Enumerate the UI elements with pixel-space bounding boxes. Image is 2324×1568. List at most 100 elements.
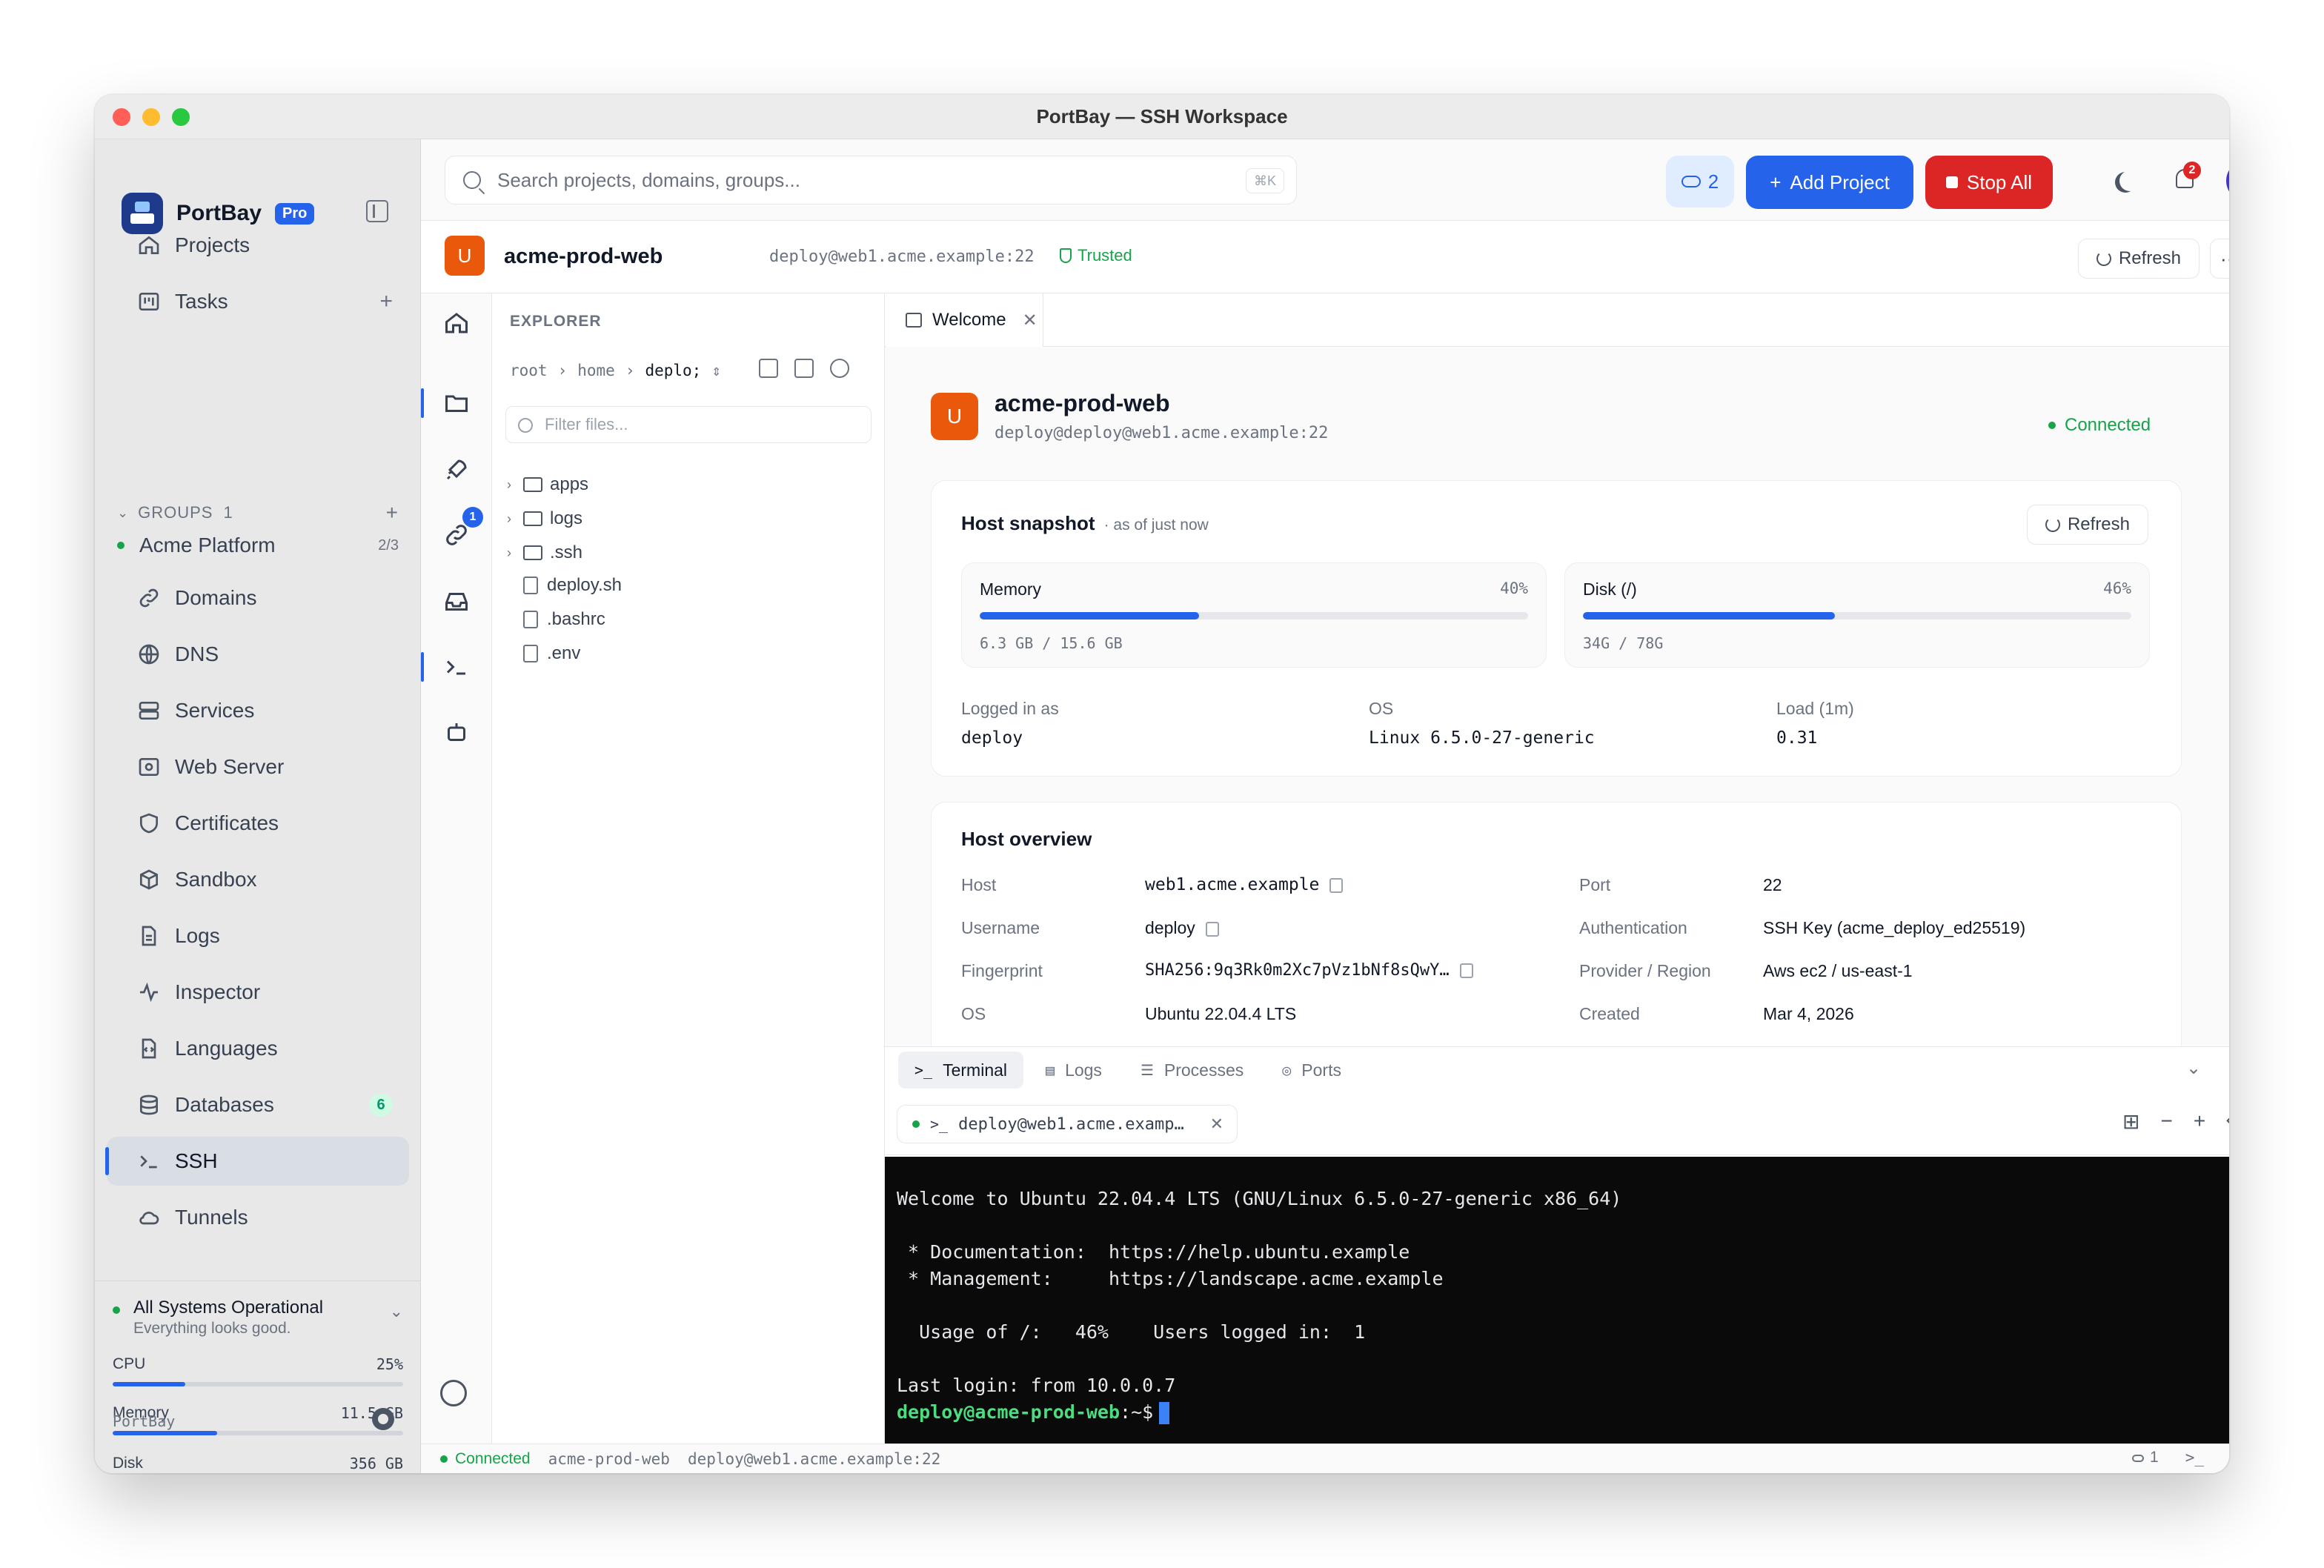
gauge-fill [980,612,1199,619]
tree-folder-logs[interactable]: › logs [507,504,582,534]
system-status-panel: All Systems Operational Everything looks… [95,1280,421,1473]
sidebar-item-tasks[interactable]: Tasks + [107,277,409,326]
split-layout-icon[interactable]: ⊞ [2122,1109,2139,1134]
footer-brand: PortBay [113,1412,176,1430]
fact-value: deploy [961,728,1023,748]
close-session-icon[interactable]: ✕ [1210,1114,1224,1134]
avatar[interactable]: AD [2226,160,2229,202]
settings-gear-icon[interactable] [440,1380,467,1406]
meter-value: 25% [376,1355,403,1373]
tab-terminal[interactable]: >_ Terminal [898,1052,1024,1089]
tree-file-env[interactable]: .env [507,639,580,668]
groups-header[interactable]: ⌄ GROUPS 1 + [117,501,399,525]
close-tab-icon[interactable]: ✕ [1023,310,1038,331]
sidebar-item-web-server[interactable]: Web Server [107,743,409,791]
new-file-icon[interactable] [759,359,778,378]
shield-icon [1060,248,1072,263]
sidebar-item-sandbox[interactable]: Sandbox [107,855,409,904]
search-input[interactable]: Search projects, domains, groups... ⌘K [445,156,1297,205]
close-window-button[interactable] [113,108,130,126]
fact-value: Linux 6.5.0-27-generic [1369,728,1595,748]
terminal-output[interactable]: Welcome to Ubuntu 22.04.4 LTS (GNU/Linux… [885,1157,2229,1444]
tree-file-bashrc[interactable]: .bashrc [507,605,605,634]
gauge-track [1583,612,2131,619]
status-dot [113,1306,120,1314]
rail-robot-icon[interactable] [442,717,471,747]
breadcrumb-separator: › [557,362,568,379]
tree-folder-ssh[interactable]: › .ssh [507,538,582,568]
copy-icon[interactable] [1205,921,1219,937]
zoom-window-button[interactable] [172,108,190,126]
rail-home-icon[interactable] [442,308,471,338]
copy-icon[interactable] [1459,963,1473,978]
filter-files-input[interactable]: Filter files... [505,406,872,443]
refresh-icon [2045,517,2060,532]
overview-value-host: web1.acme.example [1145,875,1344,894]
new-folder-icon[interactable] [794,359,814,378]
path-select-icon[interactable]: ⇕ [711,362,721,379]
overview-label: Host [961,875,997,894]
statusbar-links[interactable]: 1 [2132,1449,2159,1466]
rail-link-badge: 1 [462,507,483,528]
collapse-panel-icon[interactable]: ⌄ [2186,1057,2201,1079]
add-group-button[interactable]: + [386,501,399,525]
sidebar-item-projects[interactable]: Projects [107,221,409,270]
moon-icon[interactable] [2119,170,2140,191]
tab-processes[interactable]: ☰ Processes [1124,1052,1260,1089]
refresh-host-button[interactable]: Refresh [2078,239,2200,279]
sidebar-item-tunnels[interactable]: Tunnels [107,1193,409,1242]
more-options-button[interactable]: ··· [2210,239,2229,279]
breadcrumb-current[interactable]: deplo; [645,362,701,379]
zoom-out-icon[interactable]: − [2160,1109,2172,1134]
refresh-snapshot-button[interactable]: Refresh [2027,505,2148,545]
rail-rocket-icon[interactable] [442,455,471,485]
bottom-panel: >_ Terminal ▤ Logs ☰ Processes ◎ Ports ⌄ >_ … [885,1046,2229,1444]
tab-welcome[interactable]: Welcome ✕ [886,293,1043,347]
sidebar-item-logs[interactable]: Logs [107,911,409,960]
terminal-session-tab[interactable]: >_ deploy@web1.acme.examp… ✕ [897,1105,1238,1143]
sidebar-item-databases[interactable]: Databases 6 [107,1080,409,1129]
overview-label: Fingerprint [961,961,1043,980]
rail-inbox-icon[interactable] [442,587,471,617]
minimize-window-button[interactable] [142,108,160,126]
welcome-host-address: deploy@deploy@web1.acme.example:22 [995,424,1329,442]
breadcrumb-home[interactable]: home [577,362,615,379]
terminal-prompt: deploy@acme-prod-web [897,1401,1120,1423]
sidebar-item-label: Tasks [175,290,228,313]
stop-all-label: Stop All [1966,170,2033,193]
sidebar-item-dns[interactable]: DNS [107,630,409,679]
sidebar-item-domains[interactable]: Domains [107,574,409,622]
add-project-button[interactable]: + Add Project [1746,156,1913,209]
system-status-toggle[interactable]: All Systems Operational Everything looks… [113,1298,403,1338]
clear-terminal-icon[interactable]: ⌫ [2226,1109,2229,1134]
search-shortcut: ⌘K [1245,168,1284,193]
breadcrumb-root[interactable]: root [510,362,548,379]
sidebar-item-inspector[interactable]: Inspector [107,968,409,1017]
rail-terminal-icon[interactable] [442,652,471,682]
group-item-acme-platform[interactable]: Acme Platform 2/3 [117,534,399,557]
rail-folder-icon[interactable] [442,388,471,418]
refresh-icon[interactable] [830,359,849,378]
tree-folder-apps[interactable]: › apps [507,470,588,499]
add-task-button[interactable]: + [379,289,393,314]
meter-fill [113,1382,185,1386]
github-icon[interactable] [372,1408,394,1430]
sidebar-item-services[interactable]: Services [107,686,409,735]
sidebar-item-languages[interactable]: Languages [107,1024,409,1073]
tab-ports[interactable]: ◎ Ports [1266,1052,1358,1089]
sidebar: PortBay Pro Projects Tasks + ⌄ GROUPS 1 … [95,139,421,1473]
zoom-in-icon[interactable]: + [2194,1109,2205,1134]
sidebar-item-ssh[interactable]: SSH [105,1137,409,1186]
stop-all-button[interactable]: Stop All [1925,156,2053,209]
tunnels-count-button[interactable]: 2 [1666,156,1734,207]
statusbar-terminal-icon[interactable]: >_ [2185,1449,2204,1466]
top-bar: Search projects, domains, groups... ⌘K 2… [421,139,2229,221]
sidebar-item-certificates[interactable]: Certificates [107,799,409,848]
tab-logs[interactable]: ▤ Logs [1029,1052,1118,1089]
collapse-sidebar-icon[interactable] [366,200,388,222]
cloud-icon [136,1205,162,1230]
overview-value: SSH Key (acme_deploy_ed25519) [1763,918,2026,937]
overview-value: Ubuntu 22.04.4 LTS [1145,1004,1297,1023]
tree-file-deploy-sh[interactable]: deploy.sh [507,571,622,600]
copy-icon[interactable] [1329,877,1344,893]
